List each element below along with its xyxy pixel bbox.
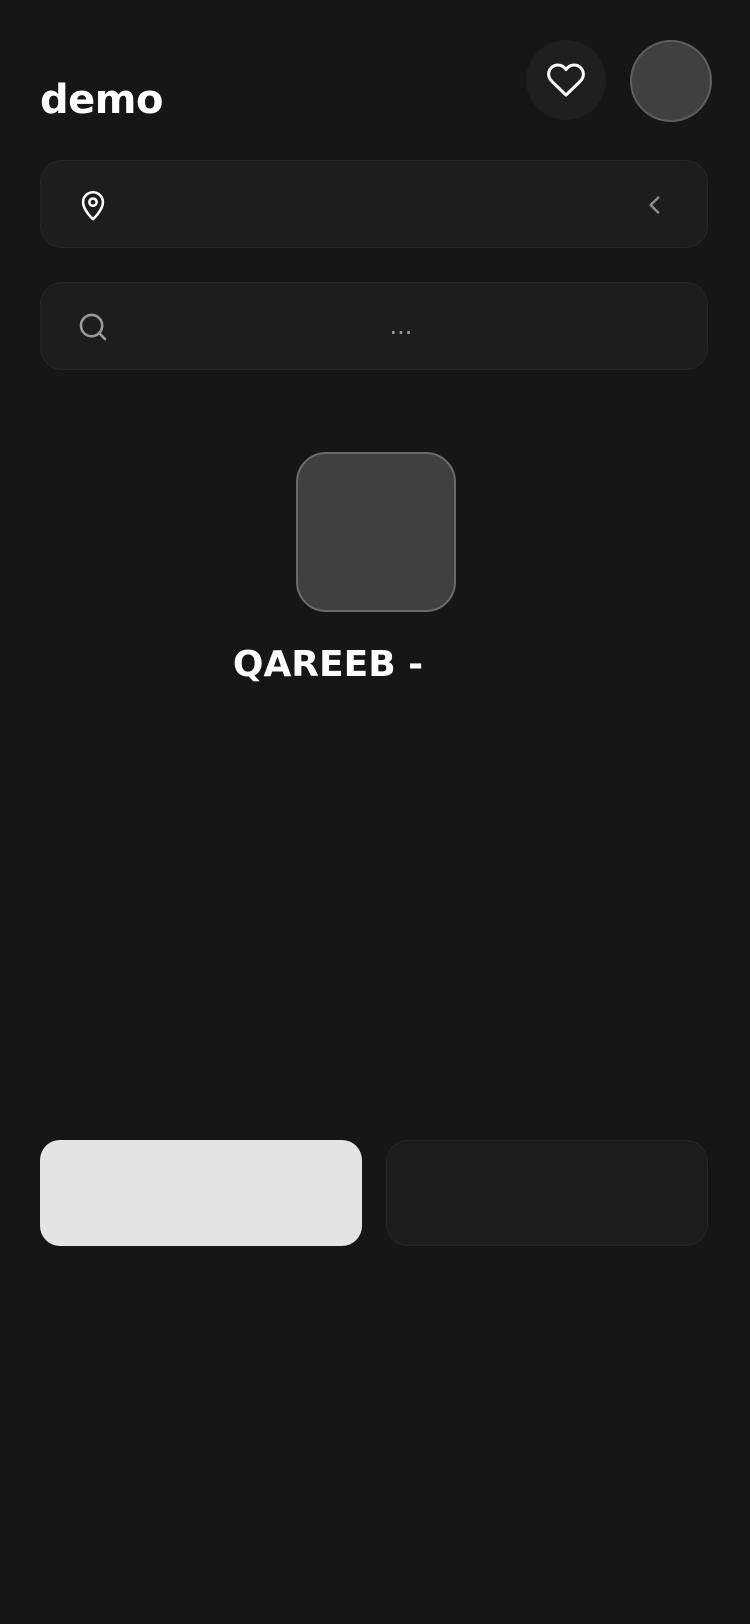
primary-action-button[interactable] — [40, 1140, 362, 1246]
search-bar[interactable] — [40, 282, 708, 370]
avatar[interactable] — [630, 40, 712, 122]
chevron-left-icon — [639, 189, 671, 221]
map-pin-icon — [75, 187, 111, 223]
heart-icon — [546, 60, 586, 100]
search-icon — [75, 309, 111, 345]
secondary-action-button[interactable] — [386, 1140, 708, 1246]
brand-logo-placeholder — [296, 452, 456, 612]
favorites-button[interactable] — [526, 40, 606, 120]
page-title: demo — [40, 77, 163, 123]
location-selector[interactable] — [40, 160, 708, 248]
brand-name: QAREEB - — [232, 644, 424, 685]
search-input[interactable] — [131, 283, 671, 369]
